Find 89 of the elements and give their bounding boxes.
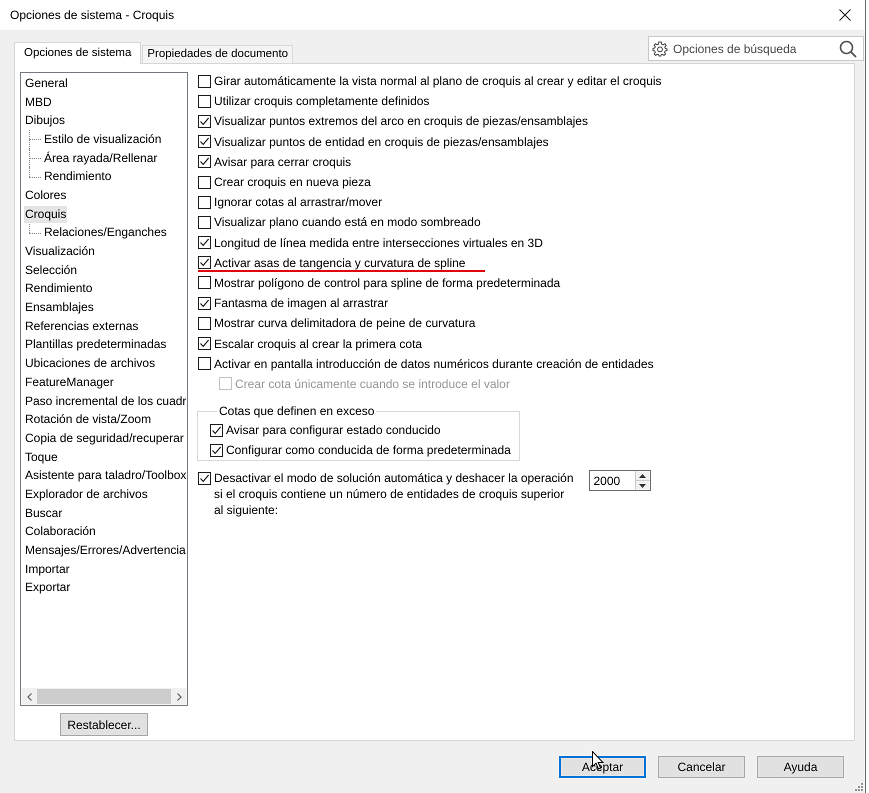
tree-item[interactable]: Asistente para taladro/Toolbox	[24, 467, 187, 484]
tree-item[interactable]: Relaciones/Enganches	[43, 224, 168, 242]
checkbox[interactable]	[198, 135, 211, 148]
checkbox[interactable]	[210, 424, 223, 437]
number-spinner[interactable]: 2000	[588, 470, 650, 492]
help-button[interactable]: Ayuda	[757, 756, 844, 778]
tree-item[interactable]: MBD	[24, 94, 53, 111]
tree-item[interactable]: Croquis	[24, 206, 68, 223]
option-label: Girar automáticamente la vista normal al plano de croquis al crear y editar el croquis	[214, 73, 662, 90]
checkbox[interactable]	[210, 444, 223, 457]
tree-item[interactable]: Toque	[24, 448, 59, 466]
search-icon	[839, 40, 857, 58]
option-label: Crear cota únicamente cuando se introduce el valor	[235, 376, 510, 393]
tree-item[interactable]: Ensamblajes	[24, 299, 95, 316]
option-label: Escalar croquis al crear la primera cota	[214, 336, 422, 353]
tree-item[interactable]: Explorador de archivos	[24, 486, 149, 503]
tree-item[interactable]: Ubicaciones de archivos	[24, 355, 156, 372]
checkbox[interactable]	[198, 316, 211, 330]
checkbox[interactable]	[198, 216, 211, 229]
tree-item[interactable]: Rotación de vista/Zoom	[24, 411, 152, 428]
option-label: Configurar como conducida de forma predeterminada	[226, 442, 511, 460]
scrollbar-thumb[interactable]	[37, 689, 171, 704]
checkbox[interactable]	[198, 276, 211, 290]
tab[interactable]: Propiedades de documento	[142, 45, 294, 63]
checkbox[interactable]	[198, 114, 211, 128]
tree-item[interactable]: Copia de seguridad/recuperar	[24, 430, 185, 447]
window-title: Opciones de sistema - Croquis	[10, 7, 174, 24]
tree-item[interactable]: Rendimiento	[24, 280, 94, 298]
checkbox[interactable]	[198, 337, 211, 350]
close-button[interactable]	[837, 7, 853, 23]
checkbox[interactable]	[198, 296, 211, 310]
option-label: Mostrar curva delimitadora de peine de curvatura	[214, 315, 476, 332]
checkbox[interactable]	[198, 94, 211, 108]
tree-item[interactable]: Selección	[24, 262, 78, 279]
tree-item[interactable]: Rendimiento	[43, 168, 112, 186]
tree-item[interactable]: Colores	[24, 186, 68, 204]
resize-grip-icon	[854, 782, 863, 791]
tab[interactable]: Opciones de sistema	[14, 42, 142, 64]
tree-item[interactable]: Referencias externas	[24, 318, 140, 335]
triangle-up-icon	[639, 474, 646, 478]
search-box[interactable]: Opciones de búsqueda	[648, 36, 864, 61]
checkbox[interactable]	[198, 357, 211, 370]
reset-button[interactable]: Restablecer...	[60, 713, 148, 736]
tree-item[interactable]: Mensajes/Errores/Advertencia	[24, 542, 187, 560]
option-label: Ignorar cotas al arrastrar/mover	[214, 194, 382, 212]
tree-item[interactable]: Buscar	[24, 504, 64, 522]
tree-item[interactable]: Importar	[24, 560, 71, 578]
option-label: Visualizar puntos extremos del arco en croquis de piezas/ensamblajes	[214, 113, 588, 130]
checkbox[interactable]	[198, 256, 211, 270]
tree-item[interactable]: Plantillas predeterminadas	[24, 336, 168, 354]
gear-icon	[652, 40, 668, 56]
spin-down-button[interactable]	[636, 481, 650, 490]
spin-up-button[interactable]	[636, 471, 650, 482]
chevron-left-icon	[26, 692, 32, 700]
tree-item[interactable]: General	[24, 74, 69, 92]
option-label: Visualizar plano cuando está en modo sombreado	[214, 214, 481, 232]
option-label: Longitud de línea medida entre intersecciones virtuales en 3D	[214, 234, 543, 252]
tree-item[interactable]: Estilo de visualización	[43, 130, 162, 148]
group-title: Cotas que definen en exceso	[218, 403, 376, 420]
checkbox[interactable]	[198, 196, 211, 209]
checkbox[interactable]	[198, 236, 211, 250]
option-label: Mostrar polígono de control para spline de forma predeterminada	[214, 274, 560, 292]
option-label: Desactivar el modo de solución automática y deshacer la operación si el croquis contiene un número de entidades de croquis superior al siguiente:	[214, 470, 575, 518]
tree-item[interactable]: Colaboración	[24, 523, 97, 540]
checkbox[interactable]	[198, 176, 211, 189]
option-label: Avisar para configurar estado conducido	[226, 422, 441, 440]
option-label: Visualizar puntos de entidad en croquis de piezas/ensamblajes	[214, 134, 549, 151]
checkbox[interactable]	[198, 472, 211, 486]
option-label: Crear croquis en nueva pieza	[214, 174, 371, 192]
option-label: Fantasma de imagen al arrastrar	[214, 295, 388, 312]
close-icon	[839, 9, 851, 21]
tree-item[interactable]: Dibujos	[24, 112, 66, 130]
tree-item[interactable]: Exportar	[24, 579, 72, 596]
tree-item[interactable]: FeatureManager	[24, 374, 115, 391]
option-label: Activar en pantalla introducción de datos numéricos durante creación de entidades	[214, 356, 654, 373]
cancel-button[interactable]: Cancelar	[658, 756, 745, 778]
tree-item[interactable]: Área rayada/Rellenar	[43, 150, 158, 167]
option-label: Avisar para cerrar croquis	[214, 154, 352, 171]
chevron-right-icon	[176, 692, 182, 700]
option-label: Activar asas de tangencia y curvatura de spline	[214, 254, 466, 272]
tree-item[interactable]: Paso incremental de los cuadr	[24, 392, 187, 410]
category-tree[interactable]	[20, 72, 188, 706]
search-field[interactable]: Opciones de búsqueda	[673, 40, 839, 58]
checkbox[interactable]	[198, 155, 211, 168]
triangle-down-icon	[639, 484, 646, 488]
number-field[interactable]: 2000	[590, 471, 634, 490]
checkbox[interactable]	[198, 74, 211, 88]
option-label: Utilizar croquis completamente definidos	[214, 93, 430, 110]
tree-item[interactable]: Visualización	[24, 243, 96, 260]
